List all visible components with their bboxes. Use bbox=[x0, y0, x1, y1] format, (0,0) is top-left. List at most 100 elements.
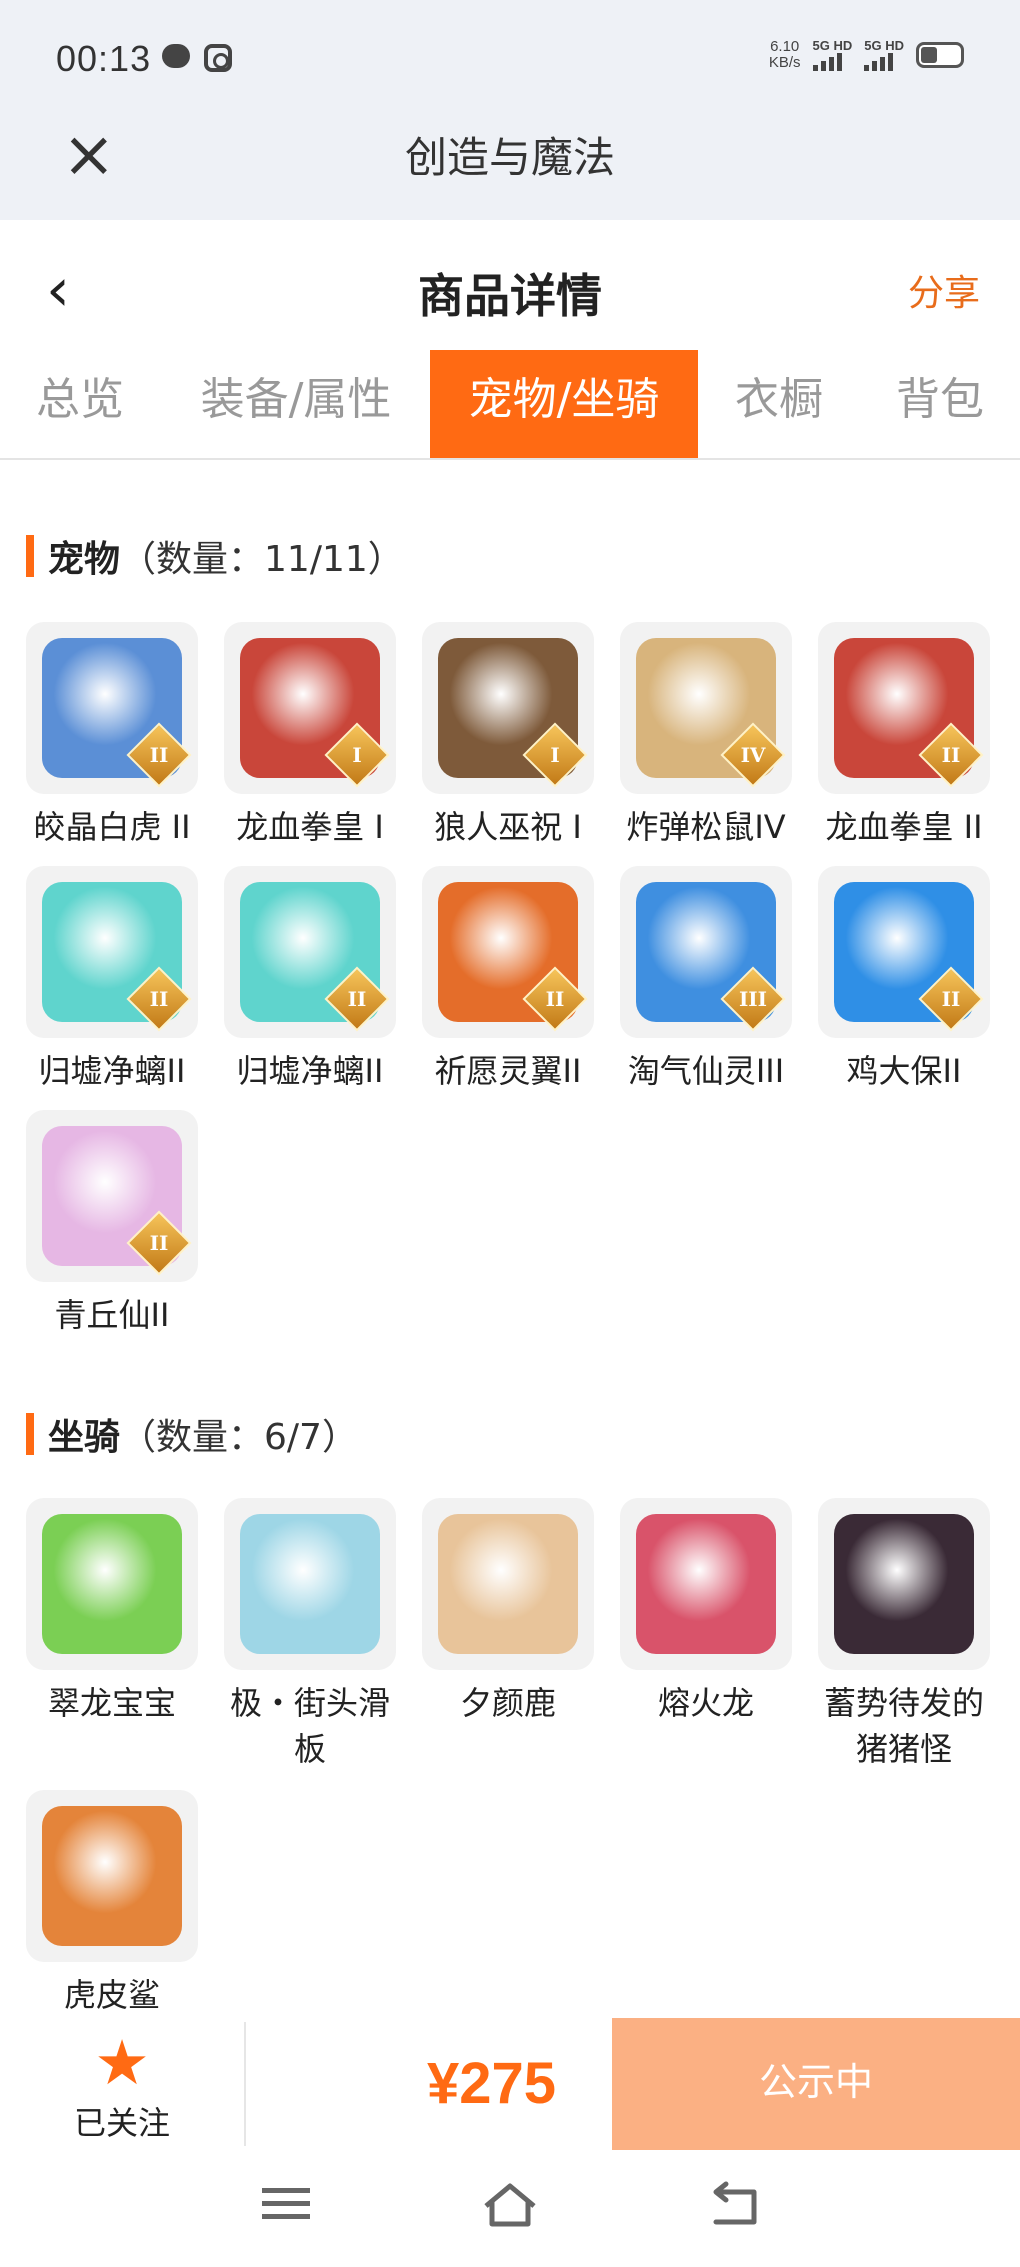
tier-badge-label: II bbox=[149, 1231, 169, 1255]
item-name: 炸弹松鼠IV bbox=[626, 808, 786, 846]
mount-item[interactable]: 熔火龙 bbox=[620, 1498, 792, 1726]
item-thumbnail: I bbox=[422, 622, 594, 794]
item-artwork bbox=[42, 1806, 182, 1946]
item-name: 龙血拳皇 I bbox=[236, 808, 384, 846]
item-artwork bbox=[834, 1514, 974, 1654]
item-name: 皎晶白虎 II bbox=[33, 808, 191, 846]
pet-item[interactable]: II 祈愿灵翼II bbox=[422, 866, 594, 1094]
sim1-label: 5G HD bbox=[812, 38, 853, 53]
home-icon[interactable] bbox=[480, 2180, 540, 2230]
item-thumbnail bbox=[26, 1790, 198, 1962]
section-accent bbox=[26, 535, 34, 577]
item-artwork bbox=[42, 1514, 182, 1654]
item-name: 龙血拳皇 II bbox=[825, 808, 983, 846]
share-button[interactable]: 分享 bbox=[908, 264, 980, 316]
tier-badge-label: II bbox=[941, 987, 961, 1011]
mount-item[interactable]: 虎皮鲨 bbox=[26, 1790, 198, 2018]
pet-item[interactable]: II 皎晶白虎 II bbox=[26, 622, 198, 850]
tab-backpack[interactable]: 背包 bbox=[880, 350, 1000, 458]
tier-badge-label: I bbox=[352, 743, 362, 767]
speed-unit: KB/s bbox=[768, 53, 801, 71]
item-name: 青丘仙II bbox=[54, 1296, 170, 1334]
menu-icon[interactable] bbox=[256, 2180, 316, 2230]
item-name: 祈愿灵翼II bbox=[434, 1052, 582, 1090]
tab-pets-mounts[interactable]: 宠物/坐骑 bbox=[430, 350, 698, 458]
battery-icon bbox=[916, 41, 964, 68]
item-thumbnail bbox=[224, 1498, 396, 1670]
star-icon: ★ bbox=[94, 2026, 150, 2099]
item-thumbnail: II bbox=[224, 866, 396, 1038]
status-bar: 00:13 6.10 KB/s 5G HD 5G HD bbox=[0, 0, 1020, 110]
item-thumbnail: II bbox=[818, 622, 990, 794]
tier-badge-label: III bbox=[738, 987, 768, 1011]
mounts-section-title: 坐骑 （数量：6/7） bbox=[26, 1408, 358, 1460]
follow-button[interactable]: ★ 已关注 bbox=[0, 2018, 244, 2150]
pets-title: 宠物 bbox=[48, 539, 121, 580]
signal-2-icon: 5G HD bbox=[864, 38, 904, 71]
item-thumbnail: II bbox=[818, 866, 990, 1038]
item-name: 虎皮鲨 bbox=[63, 1976, 160, 2014]
item-name: 狼人巫祝 I bbox=[434, 808, 582, 846]
network-speed: 6.10 KB/s bbox=[768, 37, 801, 71]
item-name: 淘气仙灵III bbox=[627, 1052, 785, 1090]
item-thumbnail bbox=[26, 1498, 198, 1670]
public-notice-button[interactable]: 公示中 bbox=[612, 2018, 1020, 2150]
app-header: × 创造与魔法 bbox=[0, 110, 1020, 220]
item-thumbnail: II bbox=[26, 866, 198, 1038]
pet-item[interactable]: II 归墟净螭II bbox=[26, 866, 198, 1094]
mounts-title: 坐骑 bbox=[48, 1417, 121, 1458]
item-thumbnail bbox=[818, 1498, 990, 1670]
tier-badge-label: II bbox=[149, 743, 169, 767]
pet-item[interactable]: II 归墟净螭II bbox=[224, 866, 396, 1094]
item-name: 夕颜鹿 bbox=[459, 1684, 556, 1722]
status-time: 00:13 bbox=[56, 38, 152, 79]
mount-item[interactable]: 极・街头滑板 bbox=[224, 1498, 396, 1772]
item-thumbnail: II bbox=[26, 1110, 198, 1282]
pet-item[interactable]: I 龙血拳皇 I bbox=[224, 622, 396, 850]
item-thumbnail: II bbox=[26, 622, 198, 794]
pets-count: （数量：11/11） bbox=[120, 539, 404, 580]
item-thumbnail: II bbox=[422, 866, 594, 1038]
camera-icon bbox=[204, 44, 232, 72]
tier-badge-label: I bbox=[550, 743, 560, 767]
signal-1-icon: 5G HD bbox=[812, 38, 853, 71]
pet-item[interactable]: III 淘气仙灵III bbox=[620, 866, 792, 1094]
item-thumbnail bbox=[422, 1498, 594, 1670]
item-thumbnail: I bbox=[224, 622, 396, 794]
item-name: 极・街头滑板 bbox=[229, 1684, 390, 1768]
tab-equipment[interactable]: 装备/属性 bbox=[186, 350, 406, 458]
item-name: 翠龙宝宝 bbox=[47, 1684, 176, 1722]
item-artwork bbox=[438, 1514, 578, 1654]
mount-item[interactable]: 夕颜鹿 bbox=[422, 1498, 594, 1726]
item-thumbnail: III bbox=[620, 866, 792, 1038]
pet-item[interactable]: II 鸡大保II bbox=[818, 866, 990, 1094]
bottom-action-bar: ★ 已关注 ¥275 公示中 bbox=[0, 2018, 1020, 2150]
mounts-count: （数量：6/7） bbox=[120, 1417, 358, 1458]
tier-badge-label: IV bbox=[740, 743, 766, 767]
item-name: 归墟净螭II bbox=[38, 1052, 186, 1090]
tier-badge-label: II bbox=[347, 987, 367, 1011]
pets-section-title: 宠物 （数量：11/11） bbox=[26, 530, 404, 582]
app-title: 创造与魔法 bbox=[404, 133, 615, 182]
tier-badge-label: II bbox=[941, 743, 961, 767]
message-icon bbox=[162, 44, 190, 68]
item-thumbnail bbox=[620, 1498, 792, 1670]
tab-wardrobe[interactable]: 衣橱 bbox=[720, 350, 838, 458]
item-name: 熔火龙 bbox=[657, 1684, 754, 1722]
pet-item[interactable]: II 青丘仙II bbox=[26, 1110, 198, 1338]
return-icon[interactable] bbox=[706, 2180, 766, 2230]
item-artwork bbox=[240, 1514, 380, 1654]
speed-value: 6.10 bbox=[770, 37, 800, 55]
pet-item[interactable]: I 狼人巫祝 I bbox=[422, 622, 594, 850]
tab-bar: 总览 装备/属性 宠物/坐骑 衣橱 背包 bbox=[0, 350, 1020, 460]
pet-item[interactable]: II 龙血拳皇 II bbox=[818, 622, 990, 850]
section-accent bbox=[26, 1413, 34, 1455]
item-artwork bbox=[636, 1514, 776, 1654]
tab-overview[interactable]: 总览 bbox=[18, 350, 142, 458]
page-title: 商品详情 bbox=[418, 269, 602, 323]
mount-item[interactable]: 翠龙宝宝 bbox=[26, 1498, 198, 1726]
item-name: 鸡大保II bbox=[846, 1052, 962, 1090]
pet-item[interactable]: IV 炸弹松鼠IV bbox=[620, 622, 792, 850]
system-nav-bar bbox=[0, 2150, 1020, 2267]
mount-item[interactable]: 蓄势待发的猪猪怪 bbox=[818, 1498, 990, 1772]
